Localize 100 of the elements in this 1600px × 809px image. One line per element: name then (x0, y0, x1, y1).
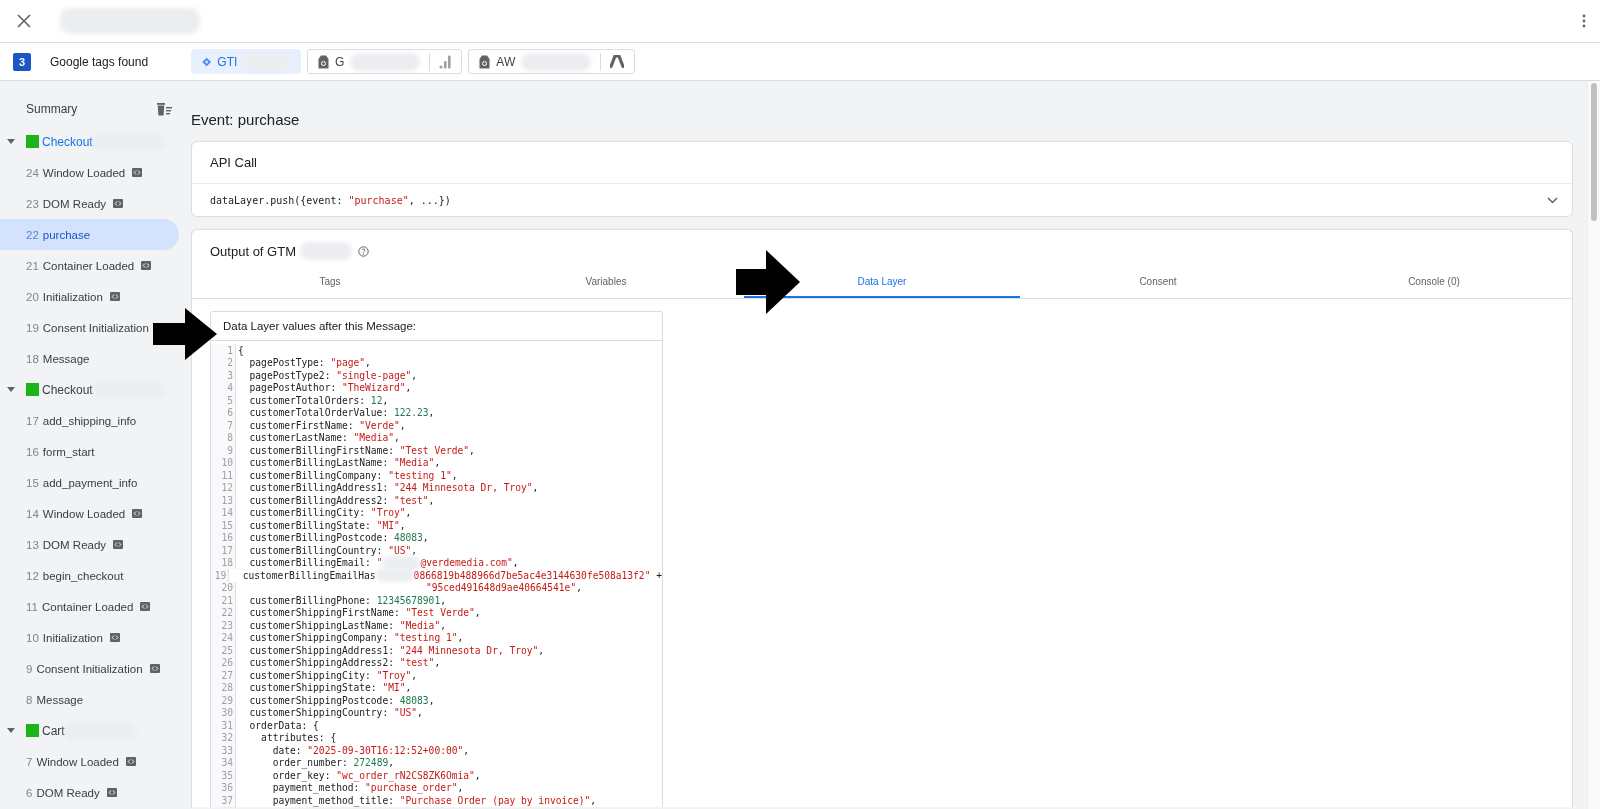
tab[interactable]: Console (0) (1402, 266, 1466, 296)
code-token: " (376, 557, 383, 569)
code-token: customerShippingPostcode: (248, 694, 395, 706)
sidebar-item[interactable]: 19 Consent Initialization (0, 312, 151, 343)
line-number: 3 (211, 369, 236, 382)
code-token: pagePostType: (248, 357, 326, 369)
code-token: date: (271, 744, 303, 756)
tag-chip[interactable]: G (307, 49, 463, 74)
code-token: customerBillingAddress1: (248, 482, 390, 494)
code-token: "test" (393, 494, 429, 506)
sidebar-item[interactable]: 22 purchase (0, 219, 179, 250)
sidebar-item[interactable]: 12 begin_checkout (0, 560, 126, 591)
code-token: "Test Verde" (399, 444, 470, 456)
code-token: , (434, 457, 441, 469)
line-number: 25 (211, 644, 236, 657)
tag-chip-label: G (335, 54, 345, 69)
sidebar-item[interactable]: 7 Window Loaded (0, 746, 138, 777)
tag-chip-label: GTI (217, 54, 238, 69)
code-token: "Troy" (376, 669, 412, 681)
line-number: 37 (211, 794, 236, 807)
close-icon[interactable] (16, 13, 32, 29)
triangle-logo-icon (610, 55, 625, 68)
line-number: 35 (211, 769, 236, 782)
tab[interactable]: Data Layer (851, 266, 913, 296)
code-token: "244 Minnesota Dr, Troy" (399, 644, 539, 656)
sidebar-item[interactable]: 11 Container Loaded (0, 591, 153, 622)
code-token: customerTotalOrderValue: (248, 407, 390, 419)
code-token: customerBillingCompany: (248, 469, 384, 481)
code-token: , (538, 644, 545, 656)
sidebar-item[interactable]: 16 form_start (0, 436, 97, 467)
code-token: customerBillingPostcode: (248, 532, 390, 544)
card-title: API Call (192, 142, 1572, 184)
code-token: "Verde" (359, 419, 400, 431)
tag-icon (318, 54, 329, 69)
sidebar-item[interactable]: 23 DOM Ready (0, 188, 126, 219)
code-token: "test" (399, 657, 435, 669)
code-token: "testing 1" (393, 632, 458, 644)
code-token: customerShippingFirstName: (248, 607, 401, 619)
sidebar-item[interactable]: 18 Message (0, 343, 92, 374)
code-token: attributes: { (260, 732, 337, 744)
code-token: "wc_order_rN2CS8ZK6Omia" (336, 769, 475, 781)
code-token: customerTotalOrders: (248, 394, 367, 406)
sidebar-group[interactable]: Cart (0, 715, 190, 746)
bar-chart-icon (439, 54, 452, 69)
code-token: "page" (330, 357, 366, 369)
line-number: 5 (211, 394, 236, 407)
code-token: , (428, 694, 435, 706)
group-title: Checkout (42, 134, 93, 149)
chevron-icon[interactable] (1547, 196, 1558, 204)
tab[interactable]: Tags (313, 266, 347, 296)
code-token: , (457, 782, 464, 794)
sidebar-group[interactable]: Checkout (0, 374, 190, 405)
code-token: customerBillingEmailHas (241, 569, 376, 581)
sidebar-group[interactable]: Checkout (0, 126, 190, 157)
sidebar-item[interactable]: 6 DOM Ready (0, 777, 119, 808)
code-token: , (405, 682, 412, 694)
code-token: , (411, 669, 418, 681)
more-icon[interactable] (1582, 14, 1586, 28)
tag-chip[interactable]: GTI (191, 49, 301, 74)
code-token: payment_method: (271, 782, 361, 794)
sidebar-item[interactable]: 17 add_shipping_info (0, 405, 139, 436)
code-token: , (532, 482, 539, 494)
line-number: 21 (211, 594, 236, 607)
code-token: "TheWizard" (341, 382, 406, 394)
help-icon[interactable] (358, 245, 369, 257)
clear-list-icon[interactable] (156, 101, 172, 116)
tab[interactable]: Consent (1133, 266, 1183, 296)
sidebar-item[interactable]: 9 Consent Initialization (0, 653, 162, 684)
api-call-code: dataLayer.push({event: "purchase", ...}) (210, 194, 451, 206)
sidebar-item[interactable]: 20 Initialization (0, 281, 122, 312)
code-token: , (457, 632, 464, 644)
tab[interactable]: Variables (579, 266, 633, 296)
sidebar-item[interactable]: 24 Window Loaded (0, 157, 145, 188)
summary-label[interactable]: Summary (26, 101, 78, 116)
code-token: pagePostType2: (248, 369, 332, 381)
sidebar-item[interactable]: 13 DOM Ready (0, 529, 126, 560)
line-number: 15 (211, 519, 236, 532)
caret-icon (7, 139, 15, 144)
sidebar-item[interactable]: 14 Window Loaded (0, 498, 145, 529)
sidebar-item[interactable]: 8 Message (0, 684, 86, 715)
code-token: "244 Minnesota Dr, Troy" (393, 482, 533, 494)
line-number: 31 (211, 719, 236, 732)
sidebar-item[interactable]: 10 Initialization (0, 622, 122, 653)
code-token: "Purchase Order (pay by invoice)" (399, 794, 591, 806)
code-token: , (382, 394, 389, 406)
sidebar-item[interactable]: 15 add_payment_info (0, 467, 140, 498)
code-token: customerBillingFirstName: (248, 444, 395, 456)
code-token: customerShippingCity: (248, 669, 372, 681)
sidebar-item[interactable]: 21 Container Loaded (0, 250, 154, 281)
code-token: , (399, 519, 406, 531)
scrollbar-thumb[interactable] (1591, 83, 1597, 221)
code-token: pagePostAuthor: (248, 382, 338, 394)
card-title: Output of GTM (210, 243, 296, 259)
code-token: 12 (370, 394, 383, 406)
code-token: "Media" (353, 432, 394, 444)
code-token: customerShippingState: (248, 682, 378, 694)
code-token: , (411, 544, 418, 556)
tag-chip[interactable]: AW (468, 49, 636, 74)
code-token: customerFirstName: (248, 419, 355, 431)
code-token: , (422, 532, 429, 544)
